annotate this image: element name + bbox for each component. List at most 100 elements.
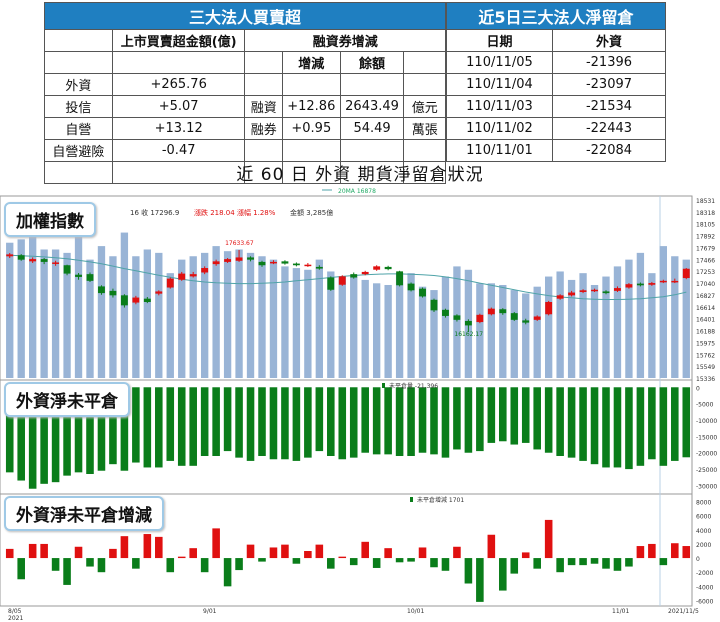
oi-bar xyxy=(579,387,587,461)
oi-bar xyxy=(430,387,438,455)
candle-body xyxy=(579,290,587,292)
volume-bar xyxy=(395,273,404,378)
oi-bar xyxy=(258,387,266,456)
candle-body xyxy=(270,261,277,264)
oi-change-bar xyxy=(499,558,507,591)
volume-bar xyxy=(499,284,507,378)
candle-body xyxy=(52,262,60,264)
y-tick-label: -4000 xyxy=(696,584,714,591)
oi-bar xyxy=(613,387,622,468)
candle-body xyxy=(350,274,358,278)
volume-bar xyxy=(636,252,645,378)
oi-change-bar xyxy=(74,546,83,559)
volume-bar xyxy=(487,283,496,378)
volume-bar xyxy=(384,284,392,378)
volume-bar xyxy=(613,266,622,378)
oi-change-bar xyxy=(613,558,622,571)
low-label: 16162.17 xyxy=(454,331,483,338)
volume-bar xyxy=(533,286,541,378)
candle-body xyxy=(464,320,472,326)
oi-legend: 未平倉量 -21,396 xyxy=(389,382,438,390)
oi-bar xyxy=(177,387,186,466)
oi-bar xyxy=(407,387,415,456)
panel-title-index: 加權指數 xyxy=(4,202,96,237)
oi-bar xyxy=(590,387,599,465)
candle-body xyxy=(453,315,461,320)
candle-body xyxy=(40,259,48,262)
y-tick-label: -5000 xyxy=(696,402,714,409)
volume-bar xyxy=(28,235,37,378)
y-tick-label: 18531 xyxy=(696,198,715,205)
oi-change-bar xyxy=(235,558,243,571)
candle-body xyxy=(396,271,404,286)
y-tick-label: 16188 xyxy=(696,329,715,336)
candle-body xyxy=(304,264,312,267)
oi-bar xyxy=(636,387,645,466)
oi-change-bar xyxy=(28,543,37,559)
volume-bar xyxy=(269,259,278,378)
volume-bar xyxy=(166,273,174,378)
y-tick-label: 0 xyxy=(696,385,700,392)
index-change: 漲跌 218.04 漲幅 1.28% xyxy=(194,208,276,217)
x-tick-label: 11/01 xyxy=(612,608,629,615)
index-amount: 金額 3,285億 xyxy=(290,208,333,217)
volume-bar xyxy=(97,246,106,378)
volume-bar xyxy=(648,273,656,378)
oi-bar xyxy=(544,387,553,453)
candle-body xyxy=(75,274,82,277)
oi-change-bar xyxy=(395,558,404,563)
oi-change-bar xyxy=(636,546,645,559)
oi-change-bar xyxy=(63,558,71,585)
candle-body xyxy=(591,289,598,292)
volume-bar xyxy=(109,256,117,378)
oi-change-bar xyxy=(189,548,197,559)
y-tick-label: -25000 xyxy=(696,467,717,474)
oi-change-bar xyxy=(177,556,186,559)
oi-bar xyxy=(521,387,530,443)
volume-bar xyxy=(522,293,530,378)
candle-body xyxy=(487,308,495,315)
oi-bar xyxy=(338,387,347,460)
volume-bar xyxy=(143,249,152,378)
x-tick-label: 2021 xyxy=(8,615,23,622)
y-tick-label: 4000 xyxy=(696,528,711,535)
y-tick-label: -30000 xyxy=(696,483,717,490)
oi-change-bar xyxy=(441,558,450,571)
volume-bar xyxy=(579,273,587,378)
candle-body xyxy=(361,271,369,275)
y-tick-label: 17040 xyxy=(696,281,715,288)
y-tick-label: 16827 xyxy=(696,293,715,300)
candle-body xyxy=(132,297,140,303)
volume-bar xyxy=(453,266,461,378)
volume-bar xyxy=(40,249,48,378)
candle-body xyxy=(625,284,633,288)
oi-bar xyxy=(143,387,152,468)
oi-change-bar xyxy=(533,558,541,569)
oi-change-bar xyxy=(590,558,599,564)
candle-body xyxy=(258,261,266,266)
candle-body xyxy=(17,255,25,260)
volume-bar xyxy=(155,252,163,378)
oi-change-bar xyxy=(269,547,278,559)
oi-bar xyxy=(567,387,576,458)
oi-change-bar xyxy=(212,528,220,559)
candle-body xyxy=(292,263,300,266)
oi-change-bar xyxy=(671,543,679,559)
oi-bar xyxy=(464,387,473,453)
oi-change-bar xyxy=(327,558,335,569)
y-tick-label: 8000 xyxy=(696,500,711,507)
oi-change-bar xyxy=(544,519,553,559)
oi-change-bar xyxy=(120,536,129,559)
candle-body xyxy=(143,298,151,303)
volume-bar xyxy=(556,271,564,378)
volume-bar xyxy=(418,286,427,378)
y-tick-label: 2000 xyxy=(696,542,711,549)
candle-body xyxy=(430,299,438,311)
volume-bar xyxy=(235,249,243,378)
ma-legend: 20MA 16878 xyxy=(338,188,376,195)
candle-body xyxy=(201,268,209,273)
candle-body xyxy=(327,277,335,290)
index-info: 16 收 17296.9 xyxy=(130,208,179,217)
oi-bar xyxy=(269,387,278,460)
y-tick-label: 15762 xyxy=(696,352,715,359)
